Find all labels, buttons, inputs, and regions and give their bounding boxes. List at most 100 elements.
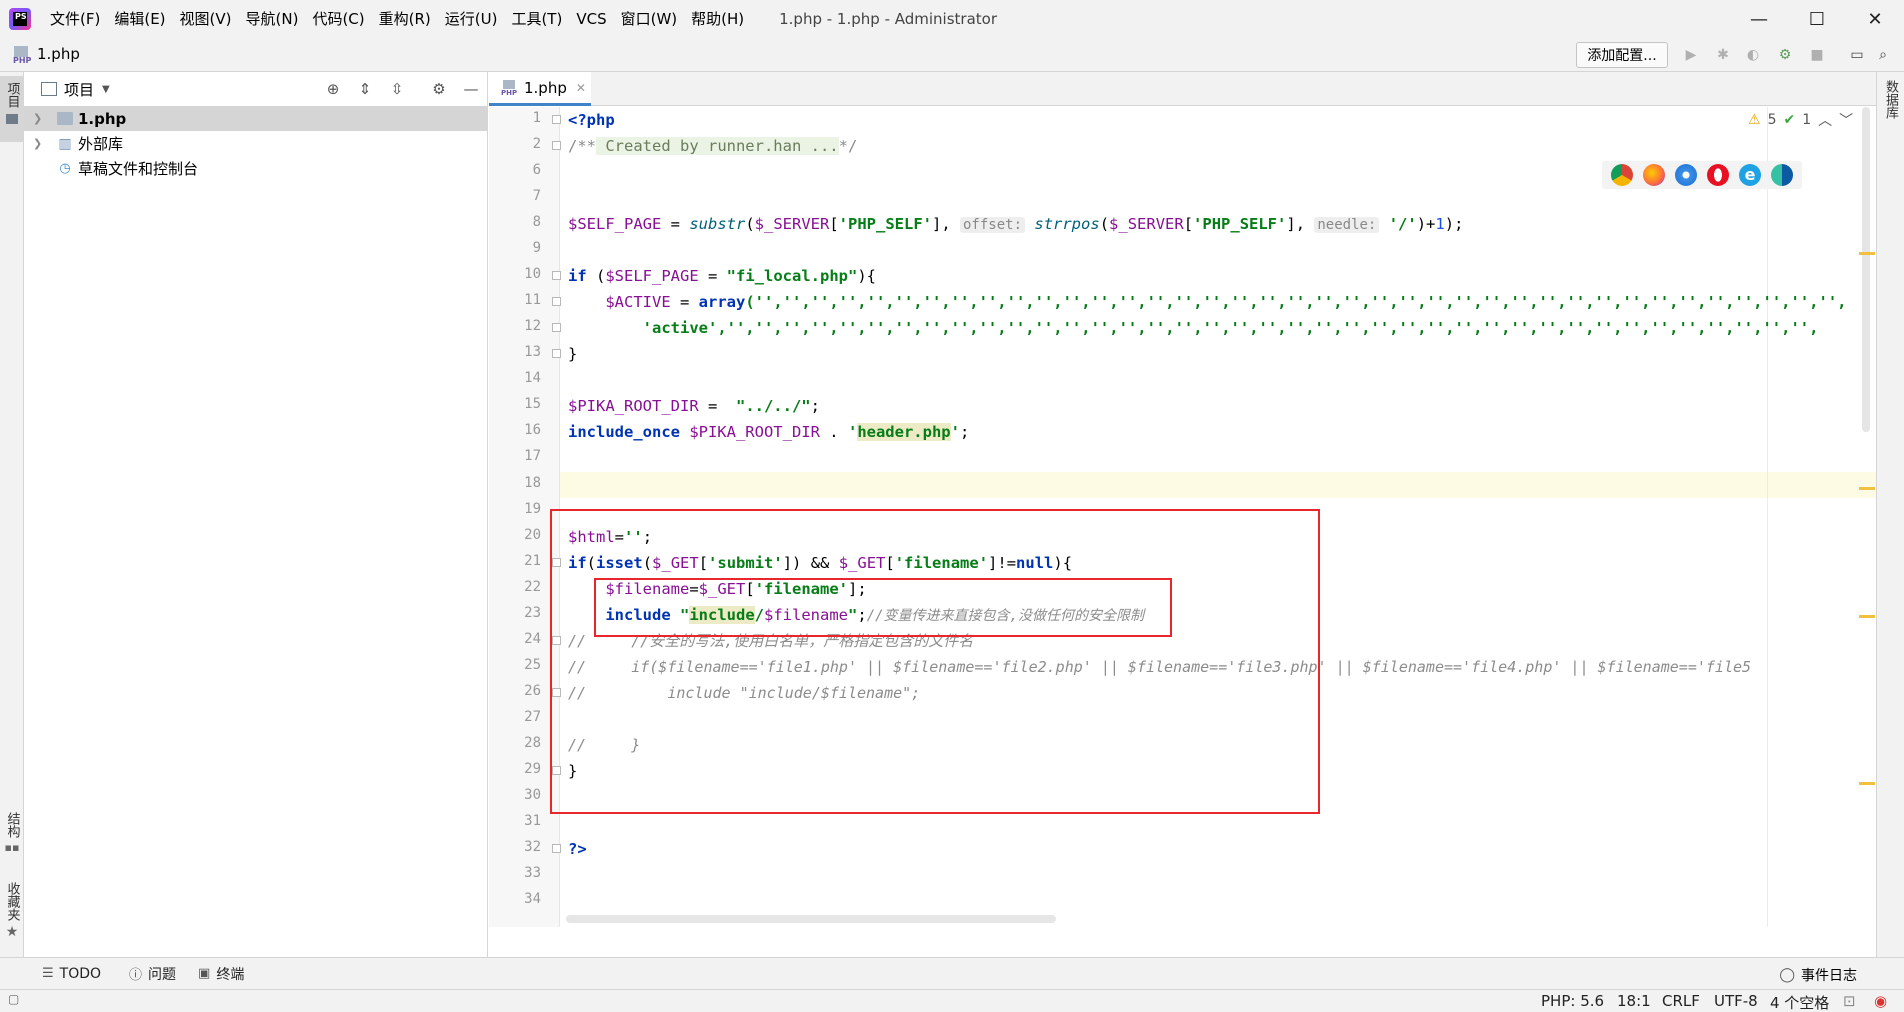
opera-icon[interactable] (1707, 164, 1729, 186)
menu-run[interactable]: 运行(U) (438, 0, 505, 38)
chevron-up-icon[interactable]: ︿ (1818, 110, 1832, 130)
line-number: 30 (524, 787, 541, 803)
menu-refactor[interactable]: 重构(R) (372, 0, 438, 38)
tree-item-scratches[interactable]: ◷ 草稿文件和控制台 (24, 156, 487, 181)
gear-icon[interactable]: ⚙ (430, 80, 448, 98)
indent-setting[interactable]: 4 个空格 (1770, 992, 1829, 1012)
add-configuration-button[interactable]: 添加配置... (1576, 42, 1668, 68)
folded-comment[interactable]: Created by runner.han ... (596, 137, 839, 155)
problems-tool-button[interactable]: ⓘ 问题 (129, 964, 176, 984)
fold-marker-icon[interactable] (552, 141, 561, 150)
code-token: = (661, 215, 690, 233)
scroll-marker[interactable] (1859, 487, 1875, 490)
debug-icon[interactable]: ✱ (1714, 46, 1732, 64)
profile-icon[interactable]: ⚙ (1776, 46, 1794, 64)
parameter-hint: offset: (960, 217, 1026, 233)
fold-marker-icon[interactable] (552, 349, 561, 358)
code-token: = (698, 397, 736, 415)
lock-icon[interactable]: ⊡ (1843, 992, 1856, 1010)
event-log-button[interactable]: ◯ 事件日志 (1779, 965, 1857, 985)
toggle-tool-windows-icon[interactable]: ▢ (8, 992, 19, 1006)
tool-tab-structure[interactable]: 结构 ▪▪ (0, 812, 24, 854)
php-file-icon: PHP (13, 46, 32, 64)
inspection-widget[interactable]: ⚠ 5 ✔ 1 ︿ ﹀ (1748, 107, 1860, 133)
chrome-icon[interactable] (1611, 164, 1633, 186)
scroll-marker[interactable] (1859, 615, 1875, 618)
tool-tab-favorites[interactable]: 收藏夹 ★ (0, 882, 24, 940)
editor-tab-1php[interactable]: PHP 1.php ✕ (489, 72, 591, 106)
caret-position[interactable]: 18:1 (1617, 992, 1651, 1010)
minimize-button[interactable]: — (1730, 0, 1788, 38)
chevron-down-icon[interactable]: ﹀ (1839, 110, 1853, 130)
menu-edit[interactable]: 编辑(E) (107, 0, 172, 38)
fold-marker-icon[interactable] (552, 323, 561, 332)
annotation-box-inner (594, 578, 1172, 637)
firefox-icon[interactable] (1643, 164, 1665, 186)
locate-file-icon[interactable]: ⊕ (324, 80, 342, 98)
file-encoding[interactable]: UTF-8 (1714, 992, 1758, 1010)
fold-marker-icon[interactable] (552, 115, 561, 124)
search-icon[interactable]: ⌕ (1874, 46, 1892, 64)
code-line-1: <?php (568, 107, 615, 133)
chevron-right-icon[interactable]: ❯ (33, 112, 45, 125)
code-token: )+ (1416, 215, 1436, 233)
run-icon[interactable]: ▶ (1682, 46, 1700, 64)
tree-item-external-libraries[interactable]: ❯ ▥ 外部库 (24, 131, 487, 156)
maximize-button[interactable]: ☐ (1788, 0, 1846, 38)
scratches-icon: ◷ (59, 161, 71, 176)
close-window-button[interactable]: ✕ (1846, 0, 1904, 38)
scroll-marker[interactable] (1859, 782, 1875, 785)
code-line-10: if ($SELF_PAGE = "fi_local.php"){ (568, 263, 876, 289)
code-token: 1 (1435, 215, 1445, 233)
menu-navigate[interactable]: 导航(N) (239, 0, 306, 38)
stop-icon[interactable]: ■ (1808, 46, 1826, 64)
safari-icon[interactable] (1675, 164, 1697, 186)
line-number: 24 (524, 631, 541, 647)
right-tool-strip: 数据库 (1876, 72, 1904, 957)
menu-window[interactable]: 窗口(W) (614, 0, 685, 38)
menu-code[interactable]: 代码(C) (305, 0, 371, 38)
tool-tab-project-label: 项目 (4, 82, 20, 108)
vertical-scrollbar[interactable] (1862, 107, 1870, 432)
line-number: 13 (524, 344, 541, 360)
memory-indicator-icon[interactable]: ◉ (1874, 992, 1887, 1010)
tree-item-1php[interactable]: ❯ 1.php (24, 106, 487, 131)
code-line-32: ?> (568, 840, 587, 858)
project-view-selector[interactable]: 项目 (64, 79, 94, 100)
fold-marker-icon[interactable] (552, 844, 561, 853)
editor-tab-bar: PHP 1.php ✕ (489, 72, 1904, 106)
line-number: 11 (524, 292, 541, 308)
chevron-right-icon[interactable]: ❯ (33, 137, 45, 150)
scroll-marker[interactable] (1859, 252, 1875, 255)
terminal-window-icon[interactable]: ▭ (1848, 46, 1866, 64)
collapse-all-icon[interactable]: ⇳ (388, 80, 406, 98)
close-tab-icon[interactable]: ✕ (576, 81, 586, 95)
internet-explorer-icon[interactable]: e (1739, 164, 1761, 186)
menu-tools[interactable]: 工具(T) (504, 0, 569, 38)
tree-item-label: 1.php (78, 109, 127, 128)
line-number: 15 (524, 396, 541, 412)
php-language-level[interactable]: PHP: 5.6 (1541, 992, 1604, 1010)
horizontal-scrollbar[interactable] (566, 915, 1056, 923)
terminal-tool-button[interactable]: ▣ 终端 (198, 964, 244, 984)
breadcrumb-file[interactable]: 1.php (37, 45, 80, 63)
menu-help[interactable]: 帮助(H) (684, 0, 751, 38)
line-number: 9 (532, 240, 541, 256)
chevron-down-icon[interactable]: ▼ (102, 84, 110, 95)
menu-file[interactable]: 文件(F) (43, 0, 107, 38)
todo-tool-button[interactable]: ☰ TODO (42, 966, 101, 982)
edge-icon[interactable] (1771, 164, 1793, 186)
line-separator[interactable]: CRLF (1662, 992, 1700, 1010)
hide-panel-icon[interactable]: — (462, 80, 480, 98)
expand-all-icon[interactable]: ⇕ (356, 80, 374, 98)
code-editor[interactable]: 1 2 6 7 8 9 10 11 12 13 14 15 16 17 18 1… (489, 107, 1904, 927)
coverage-icon[interactable]: ◐ (1744, 46, 1762, 64)
menu-view[interactable]: 视图(V) (173, 0, 239, 38)
line-number: 14 (524, 370, 541, 386)
fold-marker-icon[interactable] (552, 271, 561, 280)
code-token: "fi_local.php" (726, 267, 858, 285)
fold-marker-icon[interactable] (552, 297, 561, 306)
tool-tab-project[interactable]: 项目 (0, 76, 24, 142)
menu-vcs[interactable]: VCS (569, 0, 613, 38)
tool-tab-database[interactable]: 数据库 (1881, 80, 1900, 119)
